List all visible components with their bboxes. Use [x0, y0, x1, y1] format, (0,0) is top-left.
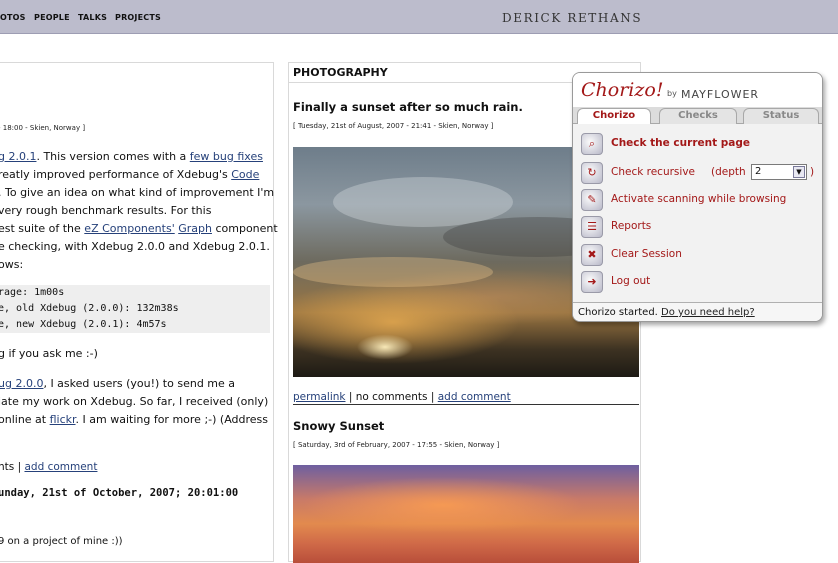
link[interactable]: Code [231, 168, 259, 181]
post-title[interactable]: Snowy Sunset [293, 419, 384, 433]
text-line: ows: [0, 258, 24, 271]
post-actions: nts | add comment [0, 461, 98, 473]
reports-label[interactable]: Reports [611, 220, 651, 232]
refresh-icon: ↻ [581, 162, 603, 184]
clear-icon: ✖ [581, 244, 603, 266]
nav-item-photos[interactable]: OTOS [0, 13, 26, 22]
nav-item-projects[interactable]: PROJECTS [115, 13, 161, 22]
text-line: reatly improved performance of Xdebug's … [0, 168, 260, 181]
activate-scanning-label[interactable]: Activate scanning while browsing [611, 193, 786, 205]
tab-chorizo[interactable]: Chorizo [577, 108, 651, 124]
text-line: g if you ask me :-) [0, 347, 98, 360]
depth-close: ) [810, 166, 815, 178]
text-line: 9 on a project of mine :)) [0, 536, 123, 547]
code-line: e, old Xdebug (2.0.0): 132m38s [0, 303, 179, 314]
post-dateline: - 18:00 - Skien, Norway ] [0, 124, 86, 132]
nav-item-talks[interactable]: TALKS [78, 13, 107, 22]
activate-scanning-item[interactable]: ✎ Activate scanning while browsing [581, 189, 819, 211]
chorizo-tabs: Chorizo Checks Status [573, 107, 822, 124]
check-current-page-item[interactable]: ⌕ Check the current page [581, 133, 819, 155]
snowy-sunset-photo[interactable] [293, 465, 639, 563]
help-link[interactable]: Do you need help? [661, 307, 755, 318]
code-line: e, new Xdebug (2.0.1): 4m57s [0, 319, 167, 330]
text-line: iate my work on Xdebug. So far, I receiv… [0, 395, 269, 408]
scan-icon: ✎ [581, 189, 603, 211]
next-post-date: unday, 21st of October, 2007; 20:01:00 [0, 487, 239, 499]
text-line: est suite of the eZ Components' Graph co… [0, 222, 278, 235]
link[interactable]: few bug fixes [190, 150, 263, 163]
chorizo-status-bar: Chorizo started. Do you need help? [573, 302, 822, 321]
nav-item-people[interactable]: PEOPLE [34, 13, 70, 22]
chorizo-by: by [667, 89, 677, 98]
chorizo-logo: Chorizo! [581, 79, 664, 101]
clear-session-label[interactable]: Clear Session [611, 248, 682, 260]
report-icon: ☰ [581, 216, 603, 238]
comments-count: no comments [355, 391, 428, 403]
site-title[interactable]: DERICK RETHANS [502, 11, 642, 25]
text-line: . To give an idea on what kind of improv… [0, 186, 275, 199]
top-bar: OTOS PEOPLE TALKS PROJECTS DERICK RETHAN… [0, 0, 838, 34]
code-line: rage: 1m00s [0, 287, 65, 298]
check-current-page-label[interactable]: Check the current page [611, 137, 750, 149]
post-meta: [ Saturday, 3rd of February, 2007 - 17:5… [293, 441, 500, 449]
divider [293, 404, 639, 405]
text-line: very rough benchmark results. For this [0, 204, 212, 217]
logout-icon: ➜ [581, 271, 603, 293]
depth-label: (depth [711, 166, 746, 178]
comments-link[interactable]: nts [0, 461, 14, 473]
tab-status[interactable]: Status [743, 108, 819, 124]
depth-select[interactable]: 2 ▼ [751, 164, 807, 180]
post-actions: permalink | no comments | add comment [293, 391, 511, 403]
add-comment-link[interactable]: add comment [24, 461, 97, 473]
log-out-label[interactable]: Log out [611, 275, 650, 287]
post-meta: [ Tuesday, 21st of August, 2007 - 21:41 … [293, 122, 494, 130]
check-recursive-label[interactable]: Check recursive [611, 166, 695, 178]
magnifier-icon: ⌕ [581, 133, 603, 155]
reports-item[interactable]: ☰ Reports [581, 216, 819, 238]
text-line: g 2.0.1. This version comes with a few b… [0, 150, 263, 163]
tab-checks[interactable]: Checks [659, 108, 737, 124]
post-title[interactable]: Finally a sunset after so much rain. [293, 100, 523, 114]
text-line: ug 2.0.0, I asked users (you!) to send m… [0, 377, 236, 390]
check-recursive-item[interactable]: ↻ Check recursive (depth 2 ▼ ) [581, 162, 819, 184]
left-column: - 18:00 - Skien, Norway ] g 2.0.1. This … [0, 62, 278, 562]
add-comment-link[interactable]: add comment [438, 391, 511, 403]
link[interactable]: g 2.0.1 [0, 150, 36, 163]
mayflower-brand: MAYFLOWER [681, 88, 760, 101]
link[interactable]: flickr [50, 413, 76, 426]
status-text: Chorizo started. [578, 307, 658, 318]
permalink-link[interactable]: permalink [293, 391, 346, 403]
link[interactable]: eZ Components' [84, 222, 174, 235]
chorizo-panel: Chorizo! by MAYFLOWER Chorizo Checks Sta… [572, 72, 823, 322]
link[interactable]: Graph [178, 222, 212, 235]
log-out-item[interactable]: ➜ Log out [581, 271, 819, 293]
chorizo-header: Chorizo! by MAYFLOWER [573, 73, 822, 107]
text-line: e checking, with Xdebug 2.0.0 and Xdebug… [0, 240, 270, 253]
code-block: rage: 1m00s e, old Xdebug (2.0.0): 132m3… [0, 285, 270, 333]
link[interactable]: ug 2.0.0 [0, 377, 43, 390]
text-line: online at flickr. I am waiting for more … [0, 413, 269, 426]
chevron-down-icon[interactable]: ▼ [793, 166, 805, 178]
clear-session-item[interactable]: ✖ Clear Session [581, 244, 819, 266]
